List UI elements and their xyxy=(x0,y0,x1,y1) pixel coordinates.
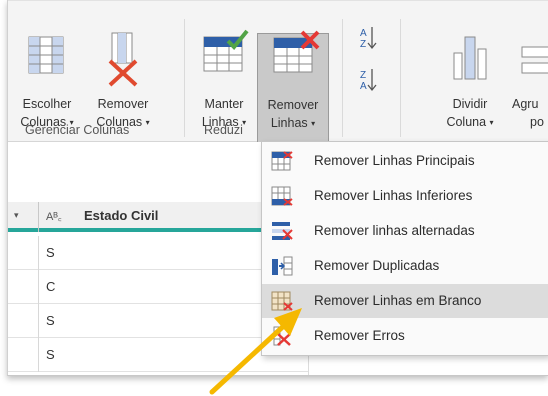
group-by-button[interactable]: Agru po xyxy=(508,29,548,131)
menu-item-label: Remover Duplicadas xyxy=(314,258,440,273)
menu-item-remove-bottom-rows[interactable]: Remover Linhas Inferiores xyxy=(262,179,548,213)
remove-errors-icon xyxy=(273,326,291,346)
remove-columns-icon xyxy=(108,32,138,87)
svg-text:Z: Z xyxy=(360,39,366,50)
keep-rows-button[interactable]: Manter Linhas ▾ xyxy=(192,29,256,131)
remove-columns-button[interactable]: Remover Colunas ▾ xyxy=(88,29,158,131)
menu-item-remove-top-rows[interactable]: Remover Linhas Principais xyxy=(262,144,548,178)
menu-item-label: Remover Linhas Inferiores xyxy=(314,188,473,203)
menu-item-label: Remover Linhas em Branco xyxy=(314,293,482,308)
menu-item-remove-errors[interactable]: Remover Erros xyxy=(262,319,548,353)
remove-rows-menu: Remover Linhas Principais Remover Linhas… xyxy=(261,141,548,356)
remove-alternate-rows-icon xyxy=(272,222,293,240)
group-separator xyxy=(400,19,401,137)
ribbon: Escolher Colunas ▾ Remover Colunas ▾ Ger… xyxy=(8,0,548,143)
choose-columns-icon xyxy=(28,36,64,74)
split-column-button[interactable]: Dividir Coluna ▾ xyxy=(438,29,502,131)
menu-item-label: Remover linhas alternadas xyxy=(314,223,475,238)
sort-ascending-button[interactable]: A Z xyxy=(350,21,386,57)
group-separator xyxy=(184,19,185,137)
remove-rows-label: Remover Linhas ▾ xyxy=(267,98,319,130)
group-by-icon xyxy=(521,46,548,74)
menu-item-remove-blank-rows[interactable]: Remover Linhas em Branco xyxy=(262,284,548,318)
menu-item-remove-duplicates[interactable]: Remover Duplicadas xyxy=(262,249,548,283)
remove-top-rows-icon xyxy=(271,151,293,171)
split-column-icon xyxy=(453,36,487,80)
remove-rows-button[interactable]: Remover Linhas ▾ xyxy=(257,30,329,143)
menu-item-remove-alternate-rows[interactable]: Remover linhas alternadas xyxy=(262,214,548,248)
power-query-window: Escolher Colunas ▾ Remover Colunas ▾ Ger… xyxy=(7,0,548,376)
sort-descending-button[interactable]: Z A xyxy=(350,63,386,99)
svg-text:A: A xyxy=(360,28,367,39)
row-divider xyxy=(38,236,39,270)
row-divider xyxy=(38,270,39,304)
sort-ascending-icon: A Z xyxy=(360,27,377,50)
column-menu-arrow-icon[interactable]: ▾ xyxy=(14,210,19,221)
group-separator xyxy=(342,19,343,137)
remove-rows-icon xyxy=(273,30,320,73)
cell-estado-civil: S xyxy=(46,347,55,362)
text-type-icon[interactable]: Aᴮ꜀ xyxy=(46,209,62,224)
column-title: Estado Civil xyxy=(84,208,159,223)
group-label-manage-columns: Gerenciar Colunas xyxy=(25,123,130,137)
header-divider xyxy=(38,202,39,232)
remove-duplicates-icon xyxy=(272,256,293,276)
cell-estado-civil: S xyxy=(46,313,55,328)
split-column-label: Dividir Coluna ▾ xyxy=(446,97,494,129)
cell-estado-civil: C xyxy=(46,279,56,294)
keep-rows-icon xyxy=(203,29,249,72)
svg-text:A: A xyxy=(360,81,367,92)
remove-bottom-rows-icon xyxy=(271,186,293,206)
row-divider xyxy=(38,338,39,372)
sort-descending-icon: Z A xyxy=(360,69,377,92)
cell-estado-civil: S xyxy=(46,245,55,260)
menu-item-label: Remover Erros xyxy=(314,328,405,343)
remove-blank-rows-icon xyxy=(271,291,293,311)
menu-item-label: Remover Linhas Principais xyxy=(314,153,475,168)
row-divider xyxy=(38,304,39,338)
choose-columns-button[interactable]: Escolher Colunas ▾ xyxy=(14,29,80,131)
svg-text:Z: Z xyxy=(360,70,366,81)
group-by-label: Agru po xyxy=(512,97,544,129)
group-label-reduce-rows: Reduzi xyxy=(204,123,243,137)
